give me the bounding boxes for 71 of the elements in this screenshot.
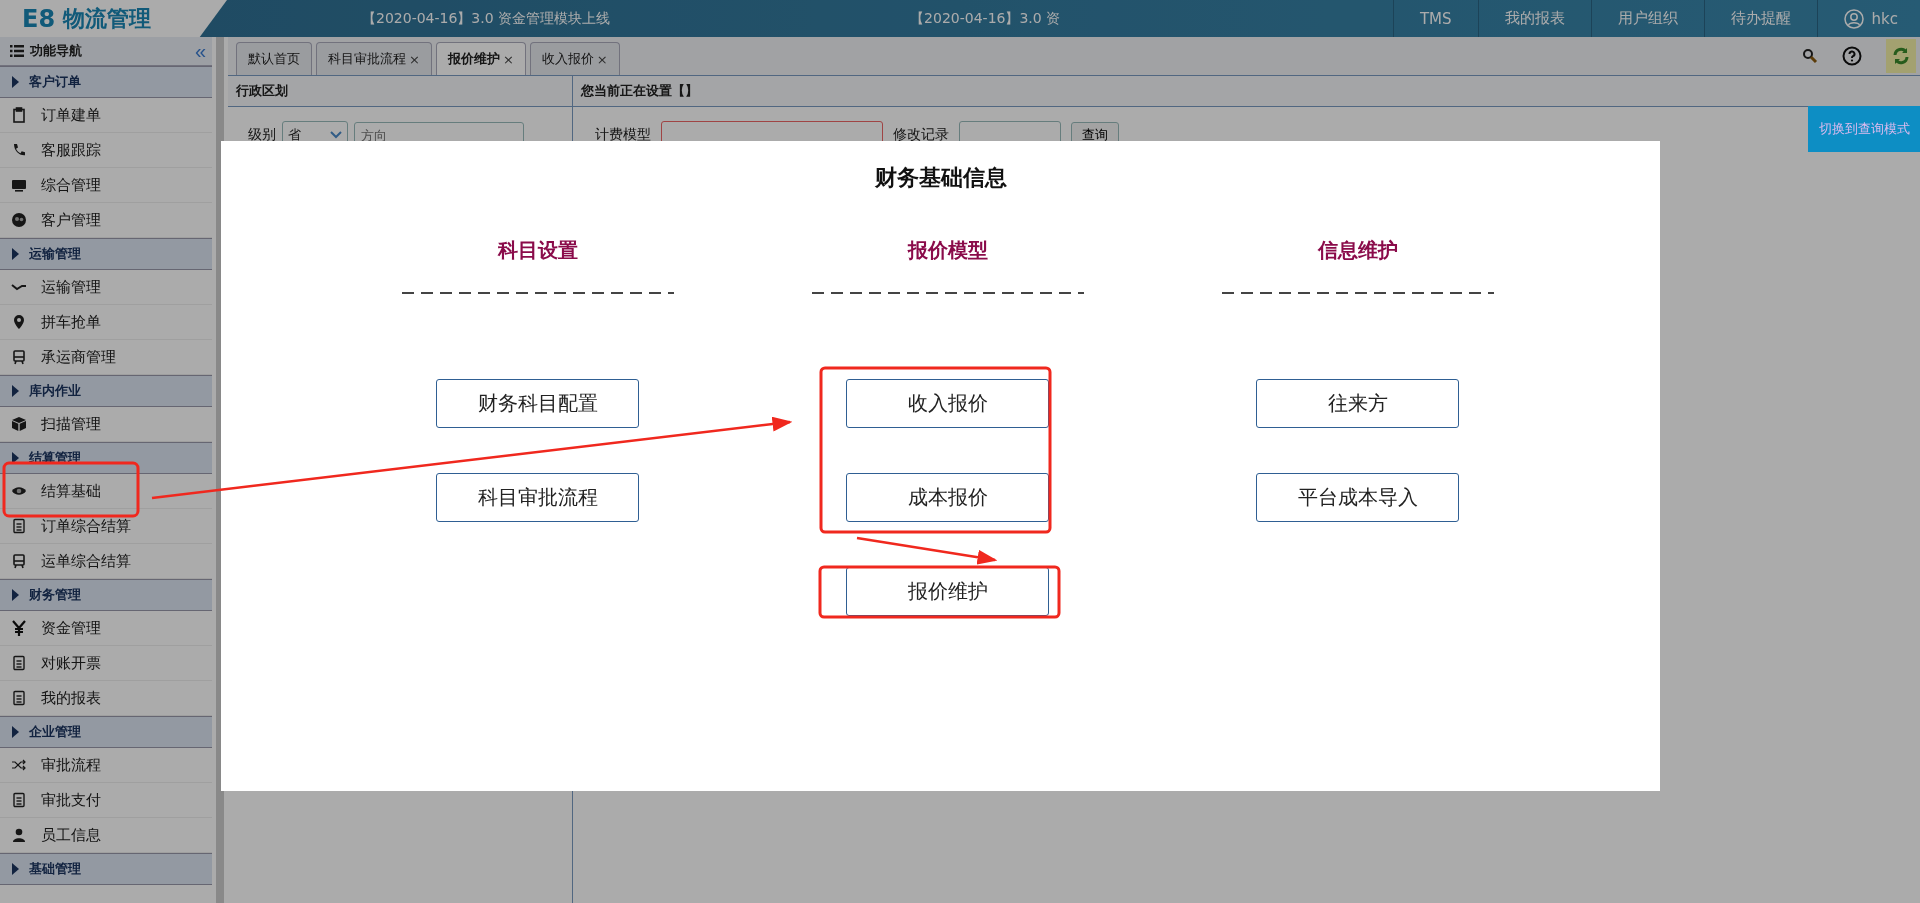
logo-mark: E8	[22, 4, 56, 33]
menu-button[interactable]: 报价维护	[846, 567, 1049, 616]
field-label: 计费模型	[595, 126, 651, 144]
menu-item[interactable]: 对账开票	[0, 646, 212, 681]
field-label: 修改记录	[893, 126, 949, 144]
menu-group[interactable]: 财务管理	[0, 579, 212, 611]
sidebar-title: 功能导航	[30, 42, 83, 60]
doc-icon	[11, 518, 27, 534]
column-heading: 科目设置	[497, 237, 578, 264]
caret-icon	[12, 76, 19, 88]
list-icon	[10, 45, 24, 57]
notice-text: 【2020-04-16】3.0 资	[910, 9, 1061, 28]
menu-button[interactable]: 成本报价	[846, 473, 1049, 522]
menu-group[interactable]: 库内作业	[0, 375, 212, 407]
caret-icon	[12, 589, 19, 601]
refresh-button[interactable]	[1886, 39, 1916, 73]
menu-group[interactable]: 运输管理	[0, 238, 212, 270]
cube-icon	[11, 416, 27, 432]
menu-item[interactable]: 运输管理	[0, 270, 212, 305]
monitor-icon	[11, 177, 27, 193]
menu-button[interactable]: 往来方	[1256, 379, 1459, 428]
menu-item[interactable]: 拼车抢单	[0, 305, 212, 340]
logo-text: 物流管理	[63, 4, 152, 33]
bus-icon	[11, 553, 27, 569]
modal-title: 财务基础信息	[873, 164, 1008, 192]
caret-icon	[12, 452, 19, 464]
user-icon	[1843, 8, 1864, 29]
bus-icon	[11, 349, 27, 365]
menu-group[interactable]: 客户订单	[0, 66, 212, 98]
menu-item[interactable]: 审批支付	[0, 783, 212, 818]
menu-button[interactable]: 科目审批流程	[436, 473, 639, 522]
phone-icon	[11, 142, 27, 158]
caret-icon	[12, 726, 19, 738]
caret-icon	[12, 248, 19, 260]
users-icon	[11, 212, 27, 228]
clipboard-icon	[11, 107, 27, 123]
menu-item[interactable]: 订单综合结算	[0, 509, 212, 544]
tab[interactable]: 科目审批流程 ×	[316, 42, 432, 75]
menu-item[interactable]: 资金管理	[0, 611, 212, 646]
caret-icon	[12, 863, 19, 875]
doc-icon	[11, 655, 27, 671]
shuffle-icon	[11, 757, 27, 773]
tab[interactable]: 收入报价 ×	[529, 42, 620, 75]
doc-icon	[11, 690, 27, 706]
menu-button[interactable]: 平台成本导入	[1256, 473, 1459, 522]
column-heading: 信息维护	[1317, 237, 1398, 264]
menu-button[interactable]: 财务科目配置	[436, 379, 639, 428]
menu-group[interactable]: 企业管理	[0, 716, 212, 748]
menu-item[interactable]: 审批流程	[0, 748, 212, 783]
pin-icon	[11, 314, 27, 330]
doc-icon	[11, 792, 27, 808]
yen-icon	[11, 620, 27, 636]
menu-group[interactable]: 基础管理	[0, 853, 212, 885]
menu-button[interactable]: 收入报价	[846, 379, 1049, 428]
person-icon	[11, 827, 27, 843]
menu-item[interactable]: 结算基础	[0, 474, 212, 509]
menu-item[interactable]: 客服跟踪	[0, 133, 212, 168]
menu-item[interactable]: 订单建单	[0, 98, 212, 133]
tab[interactable]: 报价维护 ×	[435, 42, 526, 75]
tab[interactable]: 默认首页	[236, 42, 312, 75]
menu-item[interactable]: 综合管理	[0, 168, 212, 203]
refresh-icon	[1891, 46, 1911, 66]
column-heading: 报价模型	[907, 237, 988, 264]
chevron-icon	[330, 131, 342, 139]
field-label: 级别	[248, 126, 276, 144]
search-icon[interactable]	[1802, 48, 1818, 64]
panel-title: 您当前正在设置【】	[573, 76, 1920, 107]
panel-title: 行政区划	[228, 76, 572, 107]
help-icon[interactable]	[1842, 46, 1862, 66]
notice-text: 【2020-04-16】3.0 资金管理模块上线	[362, 9, 611, 28]
caret-icon	[12, 385, 19, 397]
